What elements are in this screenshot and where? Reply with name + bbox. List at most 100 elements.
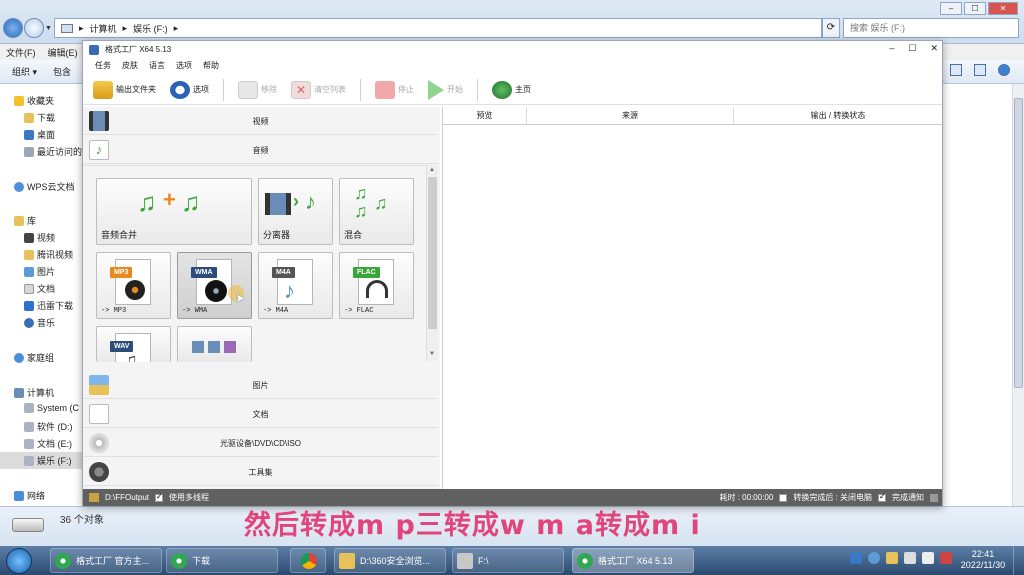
show-desktop-button[interactable] — [1013, 546, 1024, 575]
refresh-button[interactable]: ⟳ — [822, 18, 840, 38]
menu-skin[interactable]: 皮肤 — [122, 60, 138, 71]
scrollbar-thumb[interactable] — [1014, 98, 1023, 388]
sidebar-item-xunlei[interactable]: 迅雷下载 — [24, 299, 73, 312]
scroll-up-icon[interactable]: ▲ — [429, 167, 435, 173]
category-video[interactable]: 视频 — [83, 107, 438, 135]
tile-more-formats[interactable] — [177, 326, 252, 362]
column-preview[interactable]: 预览 — [443, 107, 527, 125]
tray-icon[interactable] — [850, 552, 862, 564]
tile-to-m4a[interactable]: M4A ♪ -> M4A — [258, 252, 333, 319]
taskbar-item-drive-f[interactable]: F:\ — [452, 548, 564, 573]
column-output-status[interactable]: 输出 / 转换状态 — [734, 107, 942, 125]
sidebar-item-network[interactable]: 网络 — [14, 489, 45, 502]
ff-minimize-button[interactable]: – — [889, 43, 894, 54]
taskbar-item-chrome[interactable] — [290, 548, 326, 573]
explorer-scrollbar[interactable] — [1012, 84, 1024, 506]
menu-language[interactable]: 语言 — [149, 60, 165, 71]
music-note-icon: ♫ — [124, 350, 138, 362]
sidebar-item-drive-c[interactable]: System (C — [24, 403, 79, 413]
clear-list-button[interactable]: ✕ 清空列表 — [291, 80, 346, 99]
help-icon[interactable] — [998, 64, 1010, 76]
menu-options[interactable]: 选项 — [176, 60, 192, 71]
menu-edit[interactable]: 编辑(E) — [48, 46, 78, 59]
menu-file[interactable]: 文件(F) — [6, 46, 36, 59]
column-source[interactable]: 来源 — [527, 107, 734, 125]
taskbar-item-format-factory-site[interactable]: 格式工厂 官方主... — [50, 548, 162, 573]
sidebar-item-wps[interactable]: WPS云文档 — [14, 180, 75, 193]
breadcrumb-computer[interactable]: 计算机 — [90, 22, 117, 35]
organize-button[interactable]: 组织 ▾ — [12, 65, 37, 78]
sidebar-item-favorites[interactable]: 收藏夹 — [14, 94, 54, 107]
volume-icon[interactable] — [922, 552, 934, 564]
sidebar-item-computer[interactable]: 计算机 — [14, 386, 54, 399]
after-convert-checkbox[interactable] — [779, 493, 788, 502]
homegroup-icon — [14, 352, 24, 363]
menu-task[interactable]: 任务 — [95, 60, 111, 71]
back-button[interactable] — [3, 18, 23, 38]
scrollbar-thumb[interactable] — [428, 177, 437, 329]
category-disc[interactable]: 光驱设备\DVD\CD\ISO — [83, 429, 438, 457]
ff-close-button[interactable]: ✕ — [930, 43, 938, 54]
clock[interactable]: 22:41 2022/11/30 — [958, 549, 1008, 571]
preview-pane-icon[interactable] — [974, 64, 986, 76]
view-options-icon[interactable] — [950, 64, 962, 76]
music-icon — [24, 317, 34, 328]
sidebar-item-documents[interactable]: 文档 — [24, 282, 55, 295]
history-dropdown-icon[interactable]: ▼ — [45, 25, 52, 32]
home-button[interactable]: 主页 — [492, 80, 531, 99]
sidebar-item-desktop[interactable]: 桌面 — [24, 128, 55, 141]
resize-grip-icon[interactable] — [930, 493, 938, 502]
minimize-button[interactable]: – — [940, 2, 962, 15]
ff-maximize-button[interactable]: ☐ — [908, 43, 916, 54]
sidebar-item-videos[interactable]: 视频 — [24, 231, 55, 244]
menu-help[interactable]: 帮助 — [203, 60, 219, 71]
help-icon[interactable] — [868, 552, 880, 564]
breadcrumb-drive-f[interactable]: 娱乐 (F:) — [133, 22, 168, 35]
tile-to-wav[interactable]: WAV ♫ — [96, 326, 171, 362]
multithread-checkbox[interactable] — [155, 492, 164, 502]
sidebar-item-music[interactable]: 音乐 — [24, 316, 55, 329]
options-button[interactable]: 选项 — [170, 80, 209, 99]
sidebar-item-tencent-video[interactable]: 腾讯视频 — [24, 248, 73, 261]
sidebar-item-pictures[interactable]: 图片 — [24, 265, 55, 278]
sidebar-item-downloads[interactable]: 下载 — [24, 111, 55, 124]
sidebar-item-recent[interactable]: 最近访问的 — [24, 145, 82, 158]
scroll-down-icon[interactable]: ▼ — [429, 351, 435, 357]
tray-icon[interactable] — [940, 552, 952, 564]
sidebar-item-drive-f[interactable]: 娱乐 (F:) — [0, 452, 82, 469]
tile-to-mp3[interactable]: MP3 -> MP3 — [96, 252, 171, 319]
taskbar-item-format-factory[interactable]: 格式工厂 X64 5.13 — [572, 548, 694, 573]
sidebar-item-drive-d[interactable]: 软件 (D:) — [24, 420, 73, 433]
forward-button[interactable] — [24, 18, 44, 38]
category-document[interactable]: 文档 — [83, 400, 438, 428]
sidebar-item-drive-e[interactable]: 文档 (E:) — [24, 437, 72, 450]
output-path[interactable]: D:\FFOutput — [105, 493, 149, 502]
maximize-button[interactable]: ☐ — [964, 2, 986, 15]
start-button[interactable] — [6, 548, 32, 574]
category-picture[interactable]: 图片 — [83, 371, 438, 399]
notify-checkbox[interactable] — [878, 492, 886, 502]
sidebar-item-homegroup[interactable]: 家庭组 — [14, 351, 54, 364]
tile-mix[interactable]: ♫ ♫ ♫ 混合 — [339, 178, 414, 245]
close-button[interactable]: ✕ — [988, 2, 1018, 15]
include-button[interactable]: 包含 — [53, 65, 71, 78]
taskbar-item-360-folder[interactable]: D:\360安全浏览... — [334, 548, 446, 573]
stop-button[interactable]: 停止 — [375, 80, 414, 99]
tile-audio-merge[interactable]: ♫ + ♫ 音频合并 — [96, 178, 252, 245]
taskbar-item-downloads[interactable]: 下载 — [166, 548, 278, 573]
tile-splitter[interactable]: › ♪ 分离器 — [258, 178, 333, 245]
sidebar-item-library[interactable]: 库 — [14, 214, 36, 227]
tray-icon[interactable] — [886, 552, 898, 564]
remove-button[interactable]: 移除 — [238, 80, 277, 99]
output-folder-button[interactable]: 输出文件夹 — [93, 80, 156, 99]
category-tools[interactable]: 工具集 — [83, 458, 438, 486]
category-audio[interactable]: ♪ 音频 — [83, 136, 438, 164]
tile-to-wma[interactable]: WMA ➤ -> WMA — [177, 252, 252, 319]
tile-grid-scrollbar[interactable]: ▲ ▼ — [426, 165, 438, 361]
search-input[interactable]: 搜索 娱乐 (F:) — [843, 18, 1019, 38]
task-list[interactable]: 预览 来源 输出 / 转换状态 — [442, 107, 942, 489]
address-bar[interactable]: ▸ 计算机 ▸ 娱乐 (F:) ▸ — [54, 18, 822, 38]
network-icon[interactable] — [904, 552, 916, 564]
start-button[interactable]: 开始 — [428, 79, 463, 100]
tile-to-flac[interactable]: FLAC -> FLAC — [339, 252, 414, 319]
